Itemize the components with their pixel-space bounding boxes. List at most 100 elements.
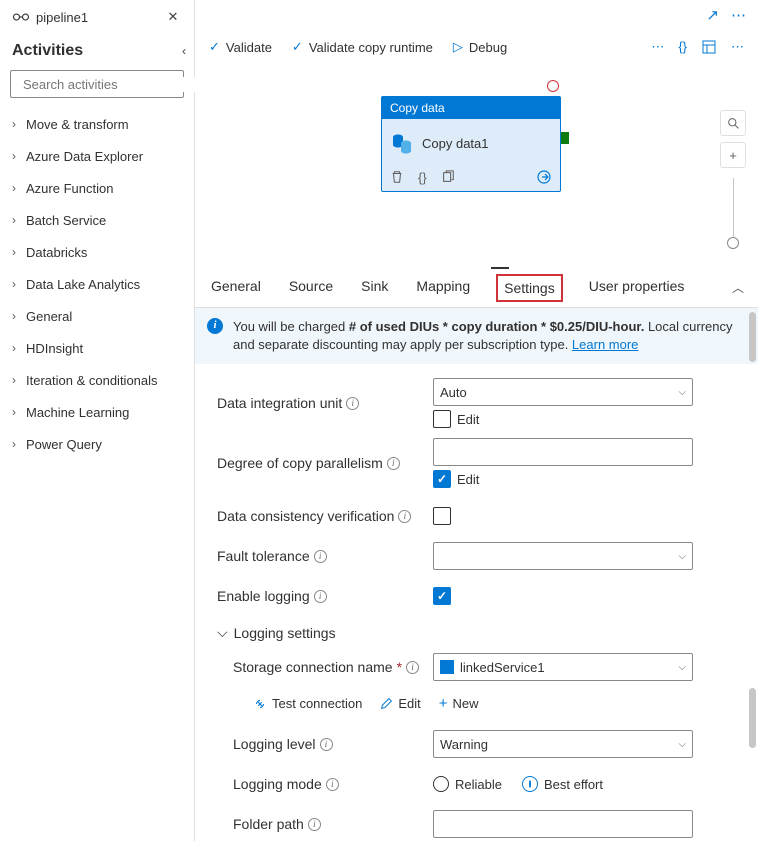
tab-title: pipeline1 [36,10,162,25]
scrollbar-thumb[interactable] [749,312,756,362]
dcp-edit-checkbox[interactable] [433,470,451,488]
chevron-right-icon: › [12,149,26,163]
category-item[interactable]: ›Azure Function [12,172,194,204]
more-icon[interactable]: ⋯ [731,6,746,24]
window-controls: ↗ ⋯ [195,0,758,26]
validate-button[interactable]: ✓Validate [209,39,272,55]
tab-settings[interactable]: Settings [496,274,563,302]
dcv-label: Data consistency verification [217,508,394,524]
activities-sidebar: pipeline1 ✕ Activities ‹‹ ›Move & transf… [0,0,195,841]
learn-more-link[interactable]: Learn more [572,337,638,352]
category-item[interactable]: ›Move & transform [12,108,194,140]
edit-connection-button[interactable]: Edit [380,695,420,712]
database-icon [390,131,414,155]
scrollbar-thumb[interactable] [749,688,756,748]
property-tabs: General Source Sink Mapping Settings Use… [195,268,758,308]
tab-mapping[interactable]: Mapping [414,272,472,304]
category-item[interactable]: ›Data Lake Analytics [12,268,194,300]
folder-path-label: Folder path [233,816,304,832]
logging-mode-best-effort-radio[interactable]: Best effort [522,776,603,792]
more-icon[interactable]: ⋯ [731,39,744,55]
close-tab-icon[interactable]: ✕ [162,9,184,25]
info-icon[interactable]: i [346,397,359,410]
node-connector-icon[interactable] [561,132,569,144]
storage-connection-select[interactable]: linkedService1⌵ [433,653,693,681]
tab-sink[interactable]: Sink [359,272,390,304]
category-item[interactable]: ›Databricks [12,236,194,268]
info-icon[interactable]: i [387,457,400,470]
check-icon: ✓ [292,39,303,55]
info-icon[interactable]: i [308,818,321,831]
chevron-down-icon: ⌵ [217,624,228,641]
info-icon[interactable]: i [320,738,333,751]
canvas-search-button[interactable] [720,110,746,136]
chevron-right-icon: › [12,245,26,259]
zoom-slider[interactable] [733,178,734,238]
connection-icon [253,697,267,711]
enable-logging-label: Enable logging [217,588,310,604]
chevron-right-icon: › [12,117,26,131]
chevron-right-icon: › [12,213,26,227]
search-input[interactable] [10,70,184,98]
expand-icon[interactable]: ↗ [706,6,719,24]
code-icon[interactable]: {} [418,170,427,185]
error-indicator-icon [547,80,559,92]
dcp-input[interactable] [433,438,693,466]
code-icon[interactable]: {} [678,39,687,55]
folder-path-input[interactable] [433,810,693,838]
storage-icon [440,660,454,674]
logging-level-select[interactable]: Warning⌵ [433,730,693,758]
zoom-in-button[interactable]: + [720,142,746,168]
chevron-down-icon: ⌵ [678,551,686,562]
delete-icon[interactable] [390,170,404,184]
category-item[interactable]: ›Machine Learning [12,396,194,428]
zoom-slider-handle[interactable] [727,237,739,249]
logging-settings-header[interactable]: ⌵Logging settings [217,624,736,641]
enable-logging-checkbox[interactable] [433,587,451,605]
copy-data-node[interactable]: Copy data Copy data1 {} [381,96,561,192]
category-item[interactable]: ›HDInsight [12,332,194,364]
edit-icon [380,697,393,710]
validate-copy-runtime-button[interactable]: ✓Validate copy runtime [292,39,433,55]
chevron-right-icon: › [12,181,26,195]
logging-level-label: Logging level [233,736,316,752]
category-item[interactable]: ›Iteration & conditionals [12,364,194,396]
category-item[interactable]: ›Azure Data Explorer [12,140,194,172]
settings-panel: i You will be charged # of used DIUs * c… [195,308,758,841]
info-icon[interactable]: i [314,550,327,563]
chevron-down-icon: ⌵ [678,739,686,750]
category-item[interactable]: ›General [12,300,194,332]
chevron-down-icon: ⌵ [678,387,686,398]
chevron-right-icon: › [12,405,26,419]
debug-button[interactable]: ▷Debug [453,39,507,55]
info-icon[interactable]: i [398,510,411,523]
more-icon[interactable]: ⋯ [651,39,664,55]
dcv-checkbox[interactable] [433,507,451,525]
diu-select[interactable]: Auto⌵ [433,378,693,406]
chevron-right-icon: › [12,309,26,323]
pipeline-canvas[interactable]: Copy data Copy data1 {} + [195,68,758,268]
new-connection-button[interactable]: +New [439,695,479,712]
tab-user-properties[interactable]: User properties [587,272,687,304]
tab-general[interactable]: General [209,272,263,304]
test-connection-button[interactable]: Test connection [253,695,362,712]
search-field[interactable] [23,77,199,92]
collapse-panel-icon[interactable]: ︿ [732,279,744,296]
expand-node-icon[interactable] [536,169,552,185]
category-item[interactable]: ›Power Query [12,428,194,460]
info-icon[interactable]: i [314,590,327,603]
dcp-label: Degree of copy parallelism [217,455,383,471]
info-icon: i [207,318,223,334]
copy-icon[interactable] [441,170,455,184]
info-icon[interactable]: i [326,778,339,791]
template-icon[interactable] [701,39,717,55]
logging-mode-reliable-radio[interactable]: Reliable [433,776,502,792]
fault-tolerance-select[interactable]: ⌵ [433,542,693,570]
diu-label: Data integration unit [217,395,342,411]
info-icon[interactable]: i [406,661,419,674]
diu-edit-checkbox[interactable] [433,410,451,428]
tab-source[interactable]: Source [287,272,335,304]
category-item[interactable]: ›Batch Service [12,204,194,236]
required-icon: * [397,659,402,675]
node-name-label: Copy data1 [422,136,489,151]
